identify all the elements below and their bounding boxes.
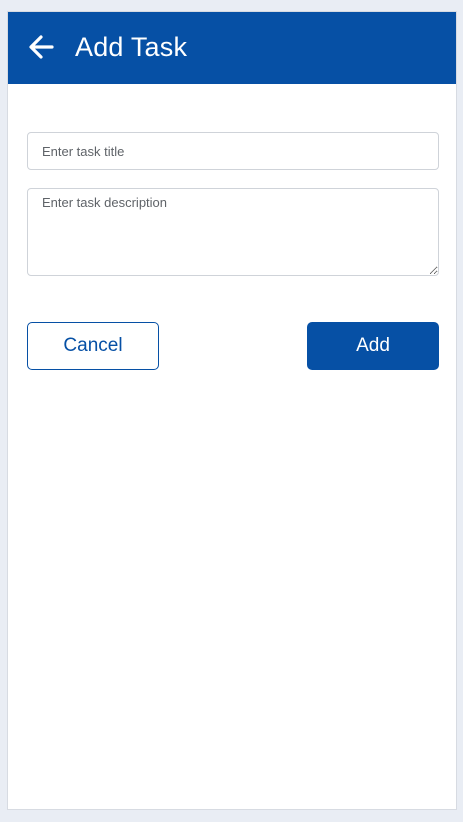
add-button[interactable]: Add	[307, 322, 439, 370]
task-title-input[interactable]	[27, 132, 439, 170]
add-task-screen: Add Task Cancel Add	[7, 11, 457, 810]
arrow-left-icon	[29, 35, 54, 59]
page-title: Add Task	[75, 32, 188, 62]
back-button[interactable]	[26, 32, 56, 62]
task-description-input[interactable]	[27, 188, 439, 276]
cancel-button[interactable]: Cancel	[27, 322, 159, 370]
app-bar: Add Task	[8, 12, 456, 84]
